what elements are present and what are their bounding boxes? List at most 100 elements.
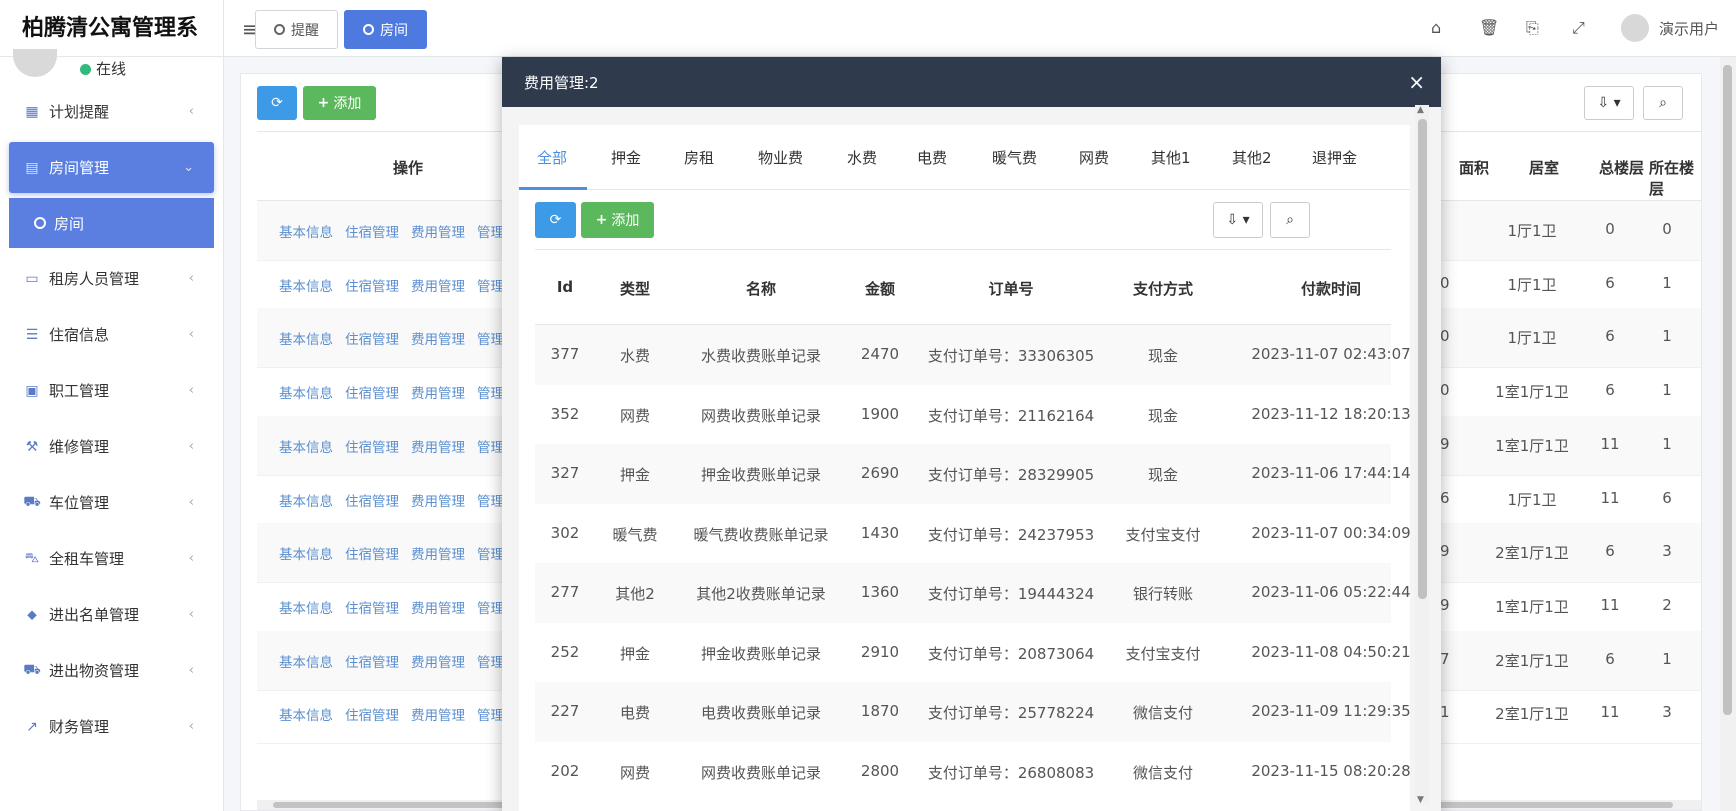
table-cell: 1 — [1662, 381, 1672, 400]
fee-tab[interactable]: 物业费 — [758, 147, 803, 168]
fee-tab[interactable]: 水费 — [847, 147, 877, 168]
add-button[interactable]: + 添加 — [303, 86, 376, 120]
action-link[interactable]: 管理 — [477, 547, 504, 563]
action-link[interactable]: 基本信息 — [279, 386, 333, 402]
action-link[interactable]: 基本信息 — [279, 708, 333, 724]
action-link[interactable]: 住宿管理 — [345, 547, 399, 563]
action-link[interactable]: 住宿管理 — [345, 494, 399, 510]
scrollbar-thumb[interactable] — [1723, 65, 1732, 715]
fee-tab[interactable]: 全部 — [537, 147, 567, 168]
action-link[interactable]: 基本信息 — [279, 601, 333, 617]
fee-tab[interactable]: 其他2 — [1232, 147, 1272, 168]
sidebar-item[interactable]: ▦ 计划提醒 ‹ — [9, 86, 214, 137]
dialog-scrollbar[interactable]: ▲ ▼ — [1415, 105, 1429, 805]
action-link[interactable]: 基本信息 — [279, 440, 333, 456]
export-button[interactable]: ⇩ ▾ — [1213, 202, 1263, 238]
table-row[interactable]: 302 暖气费 暖气费收费账单记录 1430 支付订单号：24237953 支付宝支付 20… — [535, 504, 1411, 564]
search-button[interactable]: ⌕ — [1643, 86, 1683, 120]
export-button[interactable]: ⇩ ▾ — [1584, 86, 1634, 120]
sidebar-item[interactable]: ⬥ 进出名单管理 ‹ — [9, 589, 214, 640]
action-link[interactable]: 管理 — [477, 494, 504, 510]
page-scrollbar[interactable] — [1720, 57, 1736, 811]
action-link[interactable]: 费用管理 — [411, 225, 465, 241]
action-link[interactable]: 费用管理 — [411, 386, 465, 402]
action-link[interactable]: 管理 — [477, 655, 504, 671]
add-button[interactable]: + 添加 — [581, 202, 654, 238]
action-link[interactable]: 管理 — [477, 332, 504, 348]
action-link[interactable]: 管理 — [477, 601, 504, 617]
action-link[interactable]: 住宿管理 — [345, 279, 399, 295]
fullscreen-icon[interactable]: ⤢ — [1572, 18, 1585, 38]
action-link[interactable]: 住宿管理 — [345, 332, 399, 348]
close-icon[interactable]: × — [1408, 70, 1425, 94]
table-row[interactable]: 277 其他2 其他2收费账单记录 1360 支付订单号：19444324 银行转账 202… — [535, 563, 1411, 623]
scroll-down-icon[interactable]: ▼ — [1417, 795, 1424, 805]
refresh-button[interactable]: ⟳ — [535, 202, 576, 238]
translate-icon[interactable]: ⎘ — [1526, 18, 1539, 38]
sidebar-item[interactable]: ⛟ 进出物资管理 ‹ — [9, 645, 214, 696]
action-link[interactable]: 住宿管理 — [345, 440, 399, 456]
sidebar-item-label: 全租车管理 — [49, 550, 125, 568]
fee-tab[interactable]: 网费 — [1079, 147, 1109, 168]
sidebar-item[interactable]: ↗ 财务管理 ‹ — [9, 701, 214, 752]
tab-reminder[interactable]: 提醒 — [255, 10, 338, 49]
table-row[interactable]: 377 水费 水费收费账单记录 2470 支付订单号：33306305 现金 2023-11… — [535, 325, 1411, 385]
sidebar-item[interactable]: ▤ 房间管理 ⌄ — [9, 142, 214, 193]
action-link[interactable]: 费用管理 — [411, 601, 465, 617]
user-menu[interactable]: 演示用户 — [1620, 14, 1719, 42]
fee-tab[interactable]: 退押金 — [1312, 147, 1357, 168]
sidebar-item[interactable]: ⚒ 维修管理 ‹ — [9, 421, 214, 472]
action-link[interactable]: 管理 — [477, 225, 504, 241]
action-link[interactable]: 费用管理 — [411, 708, 465, 724]
action-link[interactable]: 基本信息 — [279, 225, 333, 241]
action-link[interactable]: 基本信息 — [279, 547, 333, 563]
action-link[interactable]: 住宿管理 — [345, 386, 399, 402]
fee-tab[interactable]: 押金 — [611, 147, 641, 168]
fee-tab[interactable]: 房租 — [684, 147, 714, 168]
fee-tab[interactable]: 暖气费 — [992, 147, 1037, 168]
action-link[interactable]: 费用管理 — [411, 440, 465, 456]
action-link[interactable]: 管理 — [477, 440, 504, 456]
fee-tab[interactable]: 其他1 — [1151, 147, 1191, 168]
home-icon[interactable]: ⌂ — [1431, 18, 1441, 37]
tag-icon: ⬥ — [27, 606, 37, 623]
action-link[interactable]: 费用管理 — [411, 494, 465, 510]
sidebar-item[interactable]: ⛍ 全租车管理 ‹ — [9, 533, 214, 584]
action-link[interactable]: 管理 — [477, 279, 504, 295]
sidebar-item[interactable]: ☰ 住宿信息 ‹ — [9, 309, 214, 360]
action-link[interactable]: 住宿管理 — [345, 601, 399, 617]
search-button[interactable]: ⌕ — [1270, 202, 1310, 238]
sidebar-item[interactable]: ▭ 租房人员管理 ‹ — [9, 253, 214, 304]
scrollbar-thumb[interactable] — [1418, 119, 1427, 599]
action-link[interactable]: 基本信息 — [279, 655, 333, 671]
trash-icon[interactable]: 🗑 — [1479, 18, 1499, 37]
table-row[interactable]: 327 押金 押金收费账单记录 2690 支付订单号：28329905 现金 2023-11… — [535, 444, 1411, 504]
sidebar-item-label: 进出名单管理 — [49, 606, 140, 624]
table-row[interactable]: 352 网费 网费收费账单记录 1900 支付订单号：21162164 现金 2023-11… — [535, 385, 1411, 445]
action-link[interactable]: 费用管理 — [411, 279, 465, 295]
action-link[interactable]: 基本信息 — [279, 494, 333, 510]
action-link[interactable]: 住宿管理 — [345, 655, 399, 671]
action-link[interactable]: 管理 — [477, 708, 504, 724]
action-link[interactable]: 基本信息 — [279, 332, 333, 348]
sidebar-item[interactable]: ⛟ 车位管理 ‹ — [9, 477, 214, 528]
action-link[interactable]: 基本信息 — [279, 279, 333, 295]
tab-room[interactable]: 房间 — [344, 10, 427, 49]
action-link[interactable]: 管理 — [477, 386, 504, 402]
table-cell: 网费 — [619, 406, 651, 425]
action-link[interactable]: 住宿管理 — [345, 225, 399, 241]
action-link[interactable]: 费用管理 — [411, 332, 465, 348]
table-row[interactable]: 202 网费 网费收费账单记录 2800 支付订单号：26808083 微信支付 2023-… — [535, 742, 1411, 802]
fee-tab[interactable]: 电费 — [917, 147, 947, 168]
scroll-up-icon[interactable]: ▲ — [1417, 105, 1424, 115]
action-link[interactable]: 费用管理 — [411, 547, 465, 563]
refresh-button[interactable]: ⟳ — [257, 86, 297, 120]
table-row[interactable]: 227 电费 电费收费账单记录 1870 支付订单号：25778224 微信支付 2023-… — [535, 682, 1411, 742]
sidebar-item[interactable]: ▣ 职工管理 ‹ — [9, 365, 214, 416]
action-link[interactable]: 住宿管理 — [345, 708, 399, 724]
table-cell: 3 — [1662, 703, 1672, 722]
table-row[interactable]: 252 押金 押金收费账单记录 2910 支付订单号：20873064 支付宝支付 2023… — [535, 623, 1411, 683]
table-cell: 0 — [1440, 273, 1450, 292]
sidebar-subitem-room[interactable]: 房间 — [9, 198, 214, 248]
action-link[interactable]: 费用管理 — [411, 655, 465, 671]
